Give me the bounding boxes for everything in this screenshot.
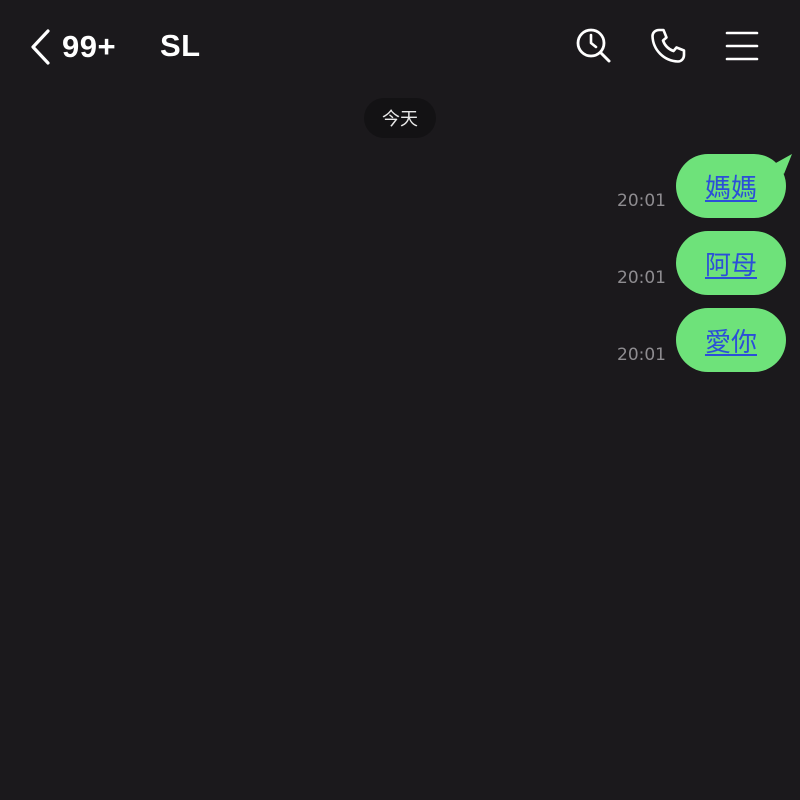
chat-title: SL	[160, 28, 201, 63]
hamburger-menu-icon	[722, 26, 762, 66]
unread-count-badge: 99+	[62, 29, 117, 64]
date-separator: 今天	[364, 98, 436, 138]
chat-header: 99+ SL	[0, 0, 800, 95]
search-button[interactable]	[574, 26, 614, 66]
message-link[interactable]: 媽媽	[705, 168, 757, 205]
bubble-tail-icon	[774, 154, 792, 174]
message-bubble[interactable]: 媽媽	[676, 154, 792, 218]
message-link[interactable]: 阿母	[705, 245, 757, 282]
clock-search-icon	[574, 26, 614, 66]
phone-icon	[648, 26, 688, 66]
message-row: 20:01 愛你	[617, 308, 786, 372]
message-time: 20:01	[617, 345, 666, 365]
message-row: 20:01 媽媽	[617, 154, 792, 218]
call-button[interactable]	[648, 26, 688, 66]
message-row: 20:01 阿母	[617, 231, 786, 295]
chat-screen: 99+ SL 今天 20:01 媽媽 20:01 阿母 20:01 愛你	[0, 0, 800, 800]
message-bubble[interactable]: 阿母	[676, 231, 786, 295]
menu-button[interactable]	[722, 26, 762, 66]
chevron-left-icon	[28, 28, 52, 66]
message-link[interactable]: 愛你	[705, 322, 757, 359]
message-time: 20:01	[617, 268, 666, 288]
back-button[interactable]: 99+	[28, 24, 116, 70]
message-time: 20:01	[617, 191, 666, 211]
message-bubble[interactable]: 愛你	[676, 308, 786, 372]
